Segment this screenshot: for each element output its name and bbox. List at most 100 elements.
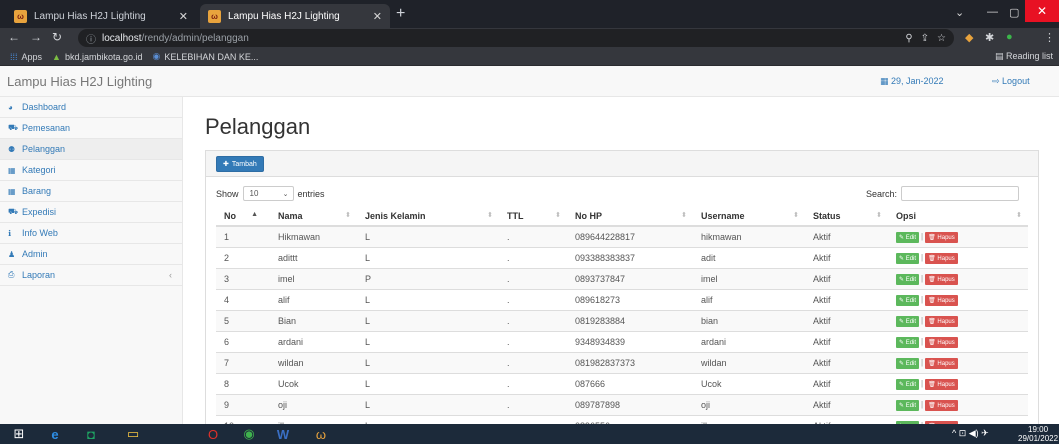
windows-start-icon[interactable]: ⊞ — [6, 425, 32, 443]
close-tab-icon[interactable]: ✕ — [373, 10, 382, 23]
column-header[interactable]: Nama ⬍ — [270, 206, 357, 227]
edit-button[interactable]: ✎ Edit — [896, 294, 920, 306]
edit-button[interactable]: ✎ Edit — [896, 378, 920, 390]
sidebar-item-barang[interactable]: ▦ Barang — [0, 181, 182, 202]
edit-button[interactable]: ✎ Edit — [896, 273, 920, 285]
column-header[interactable]: Opsi ⬍ — [888, 206, 1028, 227]
column-header-label: Status — [813, 210, 841, 221]
browser-tab-1[interactable]: ω Lampu Hias H2J Lighting ✕ — [6, 4, 196, 28]
delete-button[interactable]: 🗑 Hapus — [925, 252, 958, 264]
window-close-icon[interactable]: ✕ — [1025, 0, 1059, 22]
sort-icon: ⬍ — [555, 212, 561, 219]
delete-button[interactable]: 🗑 Hapus — [925, 231, 958, 243]
edit-label: Edit — [905, 381, 917, 388]
logout-link[interactable]: ⇨ Logout — [992, 76, 1030, 87]
table-row: 9 oji L. 089787898 oji Aktif ✎ Edit | 🗑 Hapus — [216, 393, 1028, 415]
edit-button[interactable]: ✎ Edit — [896, 399, 920, 411]
browser-menu-icon[interactable]: ⋮ — [1044, 31, 1055, 44]
minimize-icon[interactable]: — — [987, 6, 998, 18]
sidebar-item-admin[interactable]: ♟ Admin — [0, 244, 182, 265]
delete-button[interactable]: 🗑 Hapus — [925, 399, 958, 411]
edit-button[interactable]: ✎ Edit — [896, 315, 920, 327]
back-icon[interactable]: ← — [8, 30, 20, 44]
delete-button[interactable]: 🗑 Hapus — [925, 273, 958, 285]
reading-list-icon: ▤ — [994, 51, 1006, 61]
file-explorer-icon[interactable]: ▭ — [120, 425, 146, 443]
site-info-icon[interactable]: ⓘ — [86, 31, 96, 46]
sort-ascending-icon: ▲ — [251, 211, 258, 218]
browser-tab-2[interactable]: ω Lampu Hias H2J Lighting ✕ — [200, 4, 390, 28]
profile-avatar[interactable]: ● — [1006, 31, 1013, 43]
column-header[interactable]: Status ⬍ — [805, 206, 888, 227]
share-icon[interactable]: ⇪ — [921, 33, 929, 44]
table-cell: 081982837373 — [567, 351, 693, 373]
apps-grid-icon: ⁞⁞⁞ — [10, 51, 18, 62]
table-cell: Aktif — [805, 393, 888, 415]
xampp-icon[interactable]: ω — [308, 425, 334, 443]
url-input[interactable]: ⓘ localhost /rendy/admin/pelanggan ⚲ ⇪ ☆ — [78, 29, 954, 47]
chrome-icon[interactable]: ◉ — [236, 425, 262, 443]
sidebar-item-kategori[interactable]: ▦ Kategori — [0, 160, 182, 181]
tab-search-icon[interactable]: ⌄ — [955, 6, 964, 19]
logout-icon: ⇨ — [992, 76, 1003, 86]
sidebar-item-laporan[interactable]: ⎙ Laporan ‹ — [0, 265, 182, 286]
bookmark-kelebihan[interactable]: ◉ KELEBIHAN DAN KE... — [153, 51, 259, 62]
edit-button[interactable]: ✎ Edit — [896, 357, 920, 369]
brand-link[interactable]: Lampu Hias H2J Lighting — [7, 74, 152, 89]
table-cell: 10 — [216, 414, 270, 424]
table-row: 10ilhamL.0896556ilhamAktif✎ Edit|🗑 Hapus — [216, 414, 1028, 424]
chevron-left-icon: ‹ — [169, 270, 172, 280]
maximize-icon[interactable]: ▢ — [1009, 6, 1019, 19]
table-cell: . — [499, 246, 567, 268]
delete-button[interactable]: 🗑 Hapus — [925, 378, 958, 390]
zoom-icon[interactable]: ⚲ — [905, 33, 912, 44]
word-icon[interactable]: W — [270, 425, 296, 443]
column-header[interactable]: TTL ⬍ — [499, 206, 567, 227]
delete-button[interactable]: 🗑 Hapus — [925, 357, 958, 369]
sidebar-item-info-web[interactable]: ℹ Info Web — [0, 223, 182, 244]
bookmark-bkd[interactable]: ▲ bkd.jambikota.go.id — [52, 52, 142, 62]
column-header[interactable]: Username ⬍ — [693, 206, 805, 227]
actions-cell: ✎ Edit|🗑 Hapus — [888, 288, 1028, 310]
edit-button[interactable]: ✎ Edit — [896, 336, 920, 348]
opera-icon[interactable]: O — [200, 425, 226, 443]
table-cell: 1 — [216, 225, 270, 247]
edit-button[interactable]: ✎ Edit — [896, 252, 920, 264]
column-header[interactable]: No HP ⬍ — [567, 206, 693, 227]
new-tab-icon[interactable]: + — [396, 5, 405, 23]
sidebar-item-pemesanan[interactable]: ⛟ Pemesanan — [0, 118, 182, 139]
extension-icon[interactable]: ◆ — [965, 31, 973, 44]
add-customer-button[interactable]: ✚ Tambah — [216, 156, 264, 172]
delete-label: Hapus — [937, 297, 955, 304]
logout-label: Logout — [1002, 76, 1030, 86]
table-row: 6 ardani L. 9348934839 ardani Aktif ✎ Edit | 🗑 H… — [216, 330, 1028, 352]
store-icon[interactable]: ◘ — [78, 425, 104, 443]
sidebar-item-label: Laporan — [22, 270, 56, 280]
forward-icon[interactable]: → — [30, 30, 42, 44]
extensions-puzzle-icon[interactable]: ✱ — [985, 31, 994, 44]
reading-list-button[interactable]: ▤ Reading list — [995, 51, 1053, 62]
sidebar-item-pelanggan[interactable]: ⚉ Pelanggan — [0, 139, 182, 160]
table-cell: 087666 — [567, 372, 693, 394]
taskbar-clock[interactable]: 19:00 29/01/2022 — [1018, 425, 1058, 443]
close-tab-icon[interactable]: ✕ — [179, 10, 188, 23]
bookmark-star-icon[interactable]: ☆ — [937, 33, 946, 44]
delete-button[interactable]: 🗑 Hapus — [925, 336, 958, 348]
reload-icon[interactable]: ↻ — [52, 30, 62, 44]
sidebar-item-dashboard[interactable]: ◕ Dashboard — [0, 97, 182, 118]
search-input[interactable] — [901, 186, 1020, 201]
table-cell: bian — [693, 309, 805, 331]
internet-explorer-icon[interactable]: e — [42, 425, 68, 443]
delete-button[interactable]: 🗑 Hapus — [925, 315, 958, 327]
delete-button[interactable]: 🗑 Hapus — [925, 294, 958, 306]
column-header[interactable]: Jenis Kelamin ⬍ — [357, 206, 499, 227]
bookmark-apps[interactable]: ⁞⁞⁞ Apps — [10, 52, 42, 62]
system-tray-icons[interactable]: ^ ⊡ ◀) ✈ — [952, 428, 989, 439]
sidebar-item-expedisi[interactable]: ⛟ Expedisi — [0, 202, 182, 223]
column-header[interactable]: No ▲ — [216, 206, 270, 227]
actions-cell: ✎ Edit|🗑 Hapus — [888, 414, 1028, 424]
edit-button[interactable]: ✎ Edit — [896, 231, 920, 243]
table-cell: L — [357, 414, 499, 424]
column-header-label: No HP — [575, 210, 602, 221]
entries-select[interactable]: 10 ⌄ — [242, 186, 294, 201]
